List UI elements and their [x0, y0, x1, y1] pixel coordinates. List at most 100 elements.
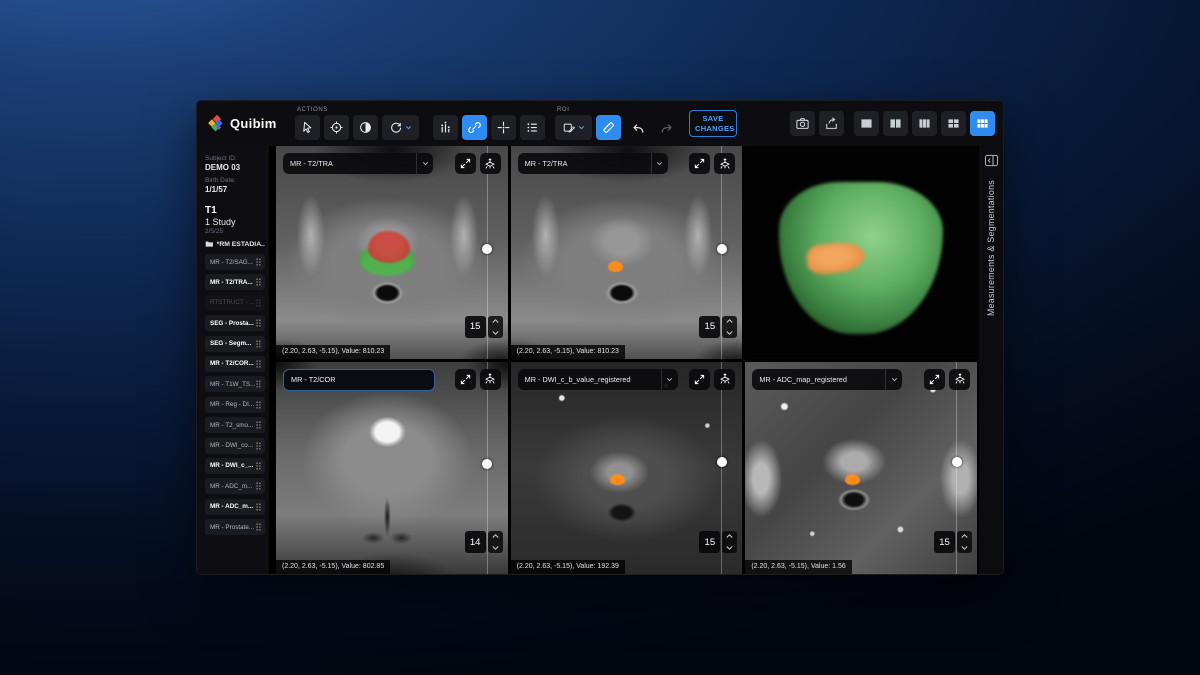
- link-viewports-tool-button[interactable]: [462, 115, 487, 140]
- series-item[interactable]: MR - T2/TRA...: [205, 274, 265, 290]
- drag-handle-icon[interactable]: [255, 522, 262, 532]
- camera-button[interactable]: [790, 111, 815, 136]
- layout-single-button[interactable]: [854, 111, 879, 136]
- slice-number: 15: [699, 531, 720, 553]
- drag-handle-icon[interactable]: [255, 379, 262, 389]
- slice-slider-handle[interactable]: [717, 457, 727, 467]
- drag-handle-icon[interactable]: [255, 318, 262, 328]
- drag-handle-icon[interactable]: [255, 359, 262, 369]
- camera-icon: [795, 116, 810, 131]
- rotate-tool-button[interactable]: [382, 115, 419, 140]
- series-item[interactable]: MR - T2_smo...: [205, 417, 265, 433]
- ruler-tool-button[interactable]: [596, 115, 621, 140]
- drag-handle-icon[interactable]: [255, 339, 262, 349]
- target-probe-tool-button[interactable]: [324, 115, 349, 140]
- study-name-row[interactable]: *RM ESTADIA...: [205, 240, 265, 248]
- histogram-tool-button[interactable]: [433, 115, 458, 140]
- slice-number: 15: [934, 531, 955, 553]
- undo-icon: [630, 120, 646, 136]
- slice-down-button[interactable]: [725, 545, 734, 551]
- slice-up-button[interactable]: [725, 533, 734, 539]
- slice-up-button[interactable]: [491, 318, 500, 324]
- orientation-button[interactable]: [480, 369, 501, 390]
- slice-number: 14: [465, 531, 486, 553]
- contrast-tool-button[interactable]: [353, 115, 378, 140]
- layout-3x2-button[interactable]: [970, 111, 995, 136]
- chevron-down-icon: [491, 545, 500, 551]
- series-item[interactable]: MR - DWI_co...: [205, 438, 265, 454]
- expand-panel-button[interactable]: [983, 153, 999, 168]
- fullscreen-button[interactable]: [455, 153, 476, 174]
- layout-2col-button[interactable]: [883, 111, 908, 136]
- redo-button[interactable]: [654, 115, 679, 140]
- slice-up-button[interactable]: [491, 533, 500, 539]
- series-item[interactable]: MR - ADC_m...: [205, 478, 265, 494]
- orientation-button[interactable]: [480, 153, 501, 174]
- series-item[interactable]: MR - T1W_TS...: [205, 376, 265, 392]
- slice-number: 15: [465, 316, 486, 338]
- fullscreen-button[interactable]: [455, 369, 476, 390]
- crosshair-tool-button[interactable]: [491, 115, 516, 140]
- series-item[interactable]: SEG - Prosta...: [205, 315, 265, 331]
- slice-stepper: [957, 531, 972, 553]
- drag-handle-icon[interactable]: [255, 298, 262, 308]
- slice-down-button[interactable]: [960, 545, 969, 551]
- export-button[interactable]: [819, 111, 844, 136]
- drag-handle-icon[interactable]: [255, 502, 262, 512]
- draw-roi-tool-button[interactable]: [555, 115, 592, 140]
- series-item[interactable]: MR - DWI_c_...: [205, 458, 265, 474]
- slice-slider-handle[interactable]: [482, 244, 492, 254]
- series-item[interactable]: MR - ADC_m...: [205, 499, 265, 515]
- slice-down-button[interactable]: [725, 330, 734, 336]
- layout-2x2-button[interactable]: [941, 111, 966, 136]
- drag-handle-icon[interactable]: [255, 481, 262, 491]
- drag-handle-icon[interactable]: [255, 420, 262, 430]
- slice-slider-handle[interactable]: [717, 244, 727, 254]
- expand-icon: [928, 373, 941, 386]
- fullscreen-button[interactable]: [689, 153, 710, 174]
- series-item[interactable]: SEG - Segm...: [205, 336, 265, 352]
- series-item[interactable]: RTSTRUCT - ...: [205, 295, 265, 311]
- slice-slider-handle[interactable]: [952, 457, 962, 467]
- orientation-button[interactable]: [714, 369, 735, 390]
- series-item[interactable]: MR - T2/COR...: [205, 356, 265, 372]
- brand: Quibim: [207, 115, 295, 132]
- crosshair-icon: [496, 120, 511, 135]
- study-count: 1 Study: [205, 217, 265, 227]
- roi-label: ROI: [555, 107, 679, 115]
- roi-section: ROI: [555, 107, 679, 140]
- series-select[interactable]: MR - DWI_c_b_value_registered: [518, 369, 678, 390]
- series-select[interactable]: MR - T2/TRA: [283, 153, 433, 174]
- 3d-orientation-icon: [718, 157, 732, 171]
- series-select[interactable]: MR - T2/TRA: [518, 153, 668, 174]
- orientation-button[interactable]: [714, 153, 735, 174]
- pointer-tool-button[interactable]: [295, 115, 320, 140]
- series-select[interactable]: MR - ADC_map_registered: [752, 369, 902, 390]
- drag-handle-icon[interactable]: [255, 277, 262, 287]
- series-item[interactable]: MR - Reg - DI...: [205, 397, 265, 413]
- slice-up-button[interactable]: [960, 533, 969, 539]
- slice-down-button[interactable]: [491, 545, 500, 551]
- layout-3col-button[interactable]: [912, 111, 937, 136]
- viewport-title-input[interactable]: [283, 369, 435, 391]
- series-item[interactable]: MR - T2/SAG...: [205, 254, 265, 270]
- series-select-label: MR - T2/TRA: [283, 159, 416, 168]
- list-tool-button[interactable]: [520, 115, 545, 140]
- slice-down-button[interactable]: [491, 330, 500, 336]
- slice-stepper: [722, 316, 737, 338]
- undo-button[interactable]: [625, 115, 650, 140]
- slice-up-button[interactable]: [725, 318, 734, 324]
- drag-handle-icon[interactable]: [255, 400, 262, 410]
- save-changes-button[interactable]: SAVE CHANGES: [689, 110, 737, 137]
- cursor-status: (2.20, 2.63, -5.15), Value: 1.56: [745, 560, 851, 574]
- series-item[interactable]: MR - Prostate...: [205, 519, 265, 535]
- 3d-render-canvas[interactable]: [745, 146, 977, 359]
- fullscreen-button[interactable]: [689, 369, 710, 390]
- drag-handle-icon[interactable]: [255, 441, 262, 451]
- orientation-button[interactable]: [949, 369, 970, 390]
- chevron-down-icon: [404, 123, 413, 132]
- chevron-down-icon: [655, 159, 664, 168]
- drag-handle-icon[interactable]: [255, 257, 262, 267]
- drag-handle-icon[interactable]: [255, 461, 262, 471]
- fullscreen-button[interactable]: [924, 369, 945, 390]
